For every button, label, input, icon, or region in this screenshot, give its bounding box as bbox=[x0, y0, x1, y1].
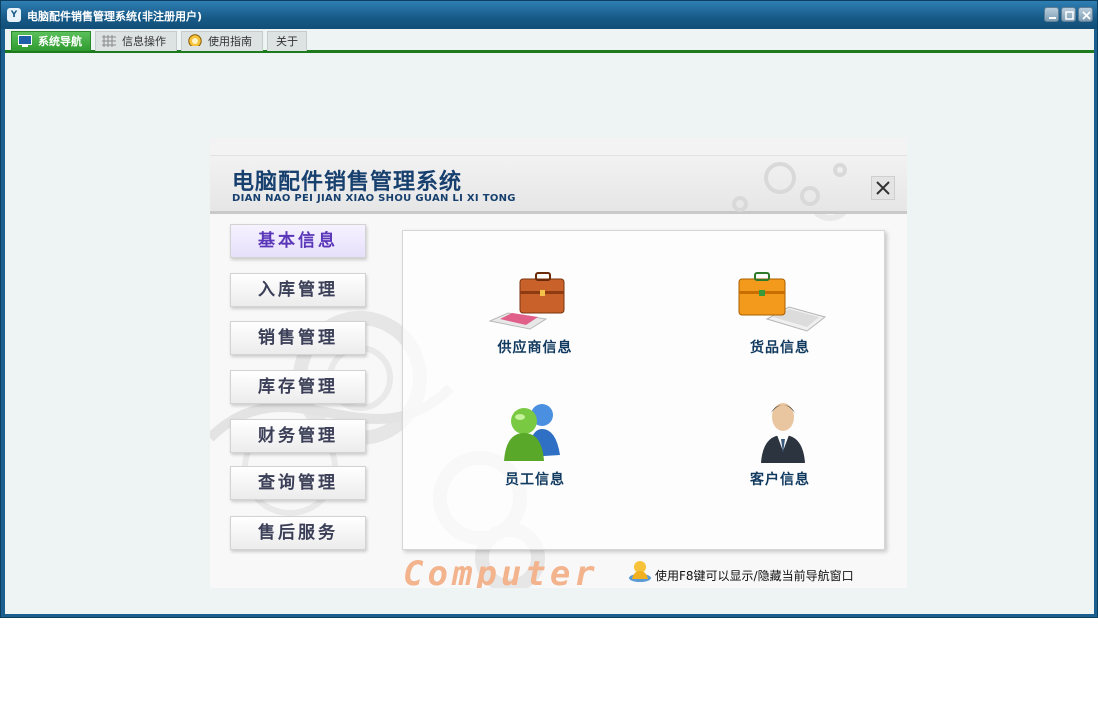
title-bar[interactable]: Y 电脑配件销售管理系统(非注册用户) bbox=[1, 1, 1097, 29]
tab-about[interactable]: 关于 bbox=[267, 31, 307, 51]
side-button-finance[interactable]: 财务管理 bbox=[230, 419, 366, 453]
side-button-inventory[interactable]: 库存管理 bbox=[230, 370, 366, 404]
panel-title: 电脑配件销售管理系统 bbox=[232, 170, 463, 195]
tab-user-guide[interactable]: 使用指南 bbox=[181, 31, 263, 51]
panel-subtitle: DIAN NAO PEI JIAN XIAO SHOU GUAN LI XI T… bbox=[232, 193, 516, 204]
briefcase-orange-icon bbox=[738, 272, 827, 332]
client-area: 系统导航 信息操作 使用指南 关于 电脑配件销售管理系统 DIAN NAO PE… bbox=[5, 29, 1094, 614]
panel-close-button[interactable] bbox=[871, 176, 895, 200]
side-button-basic-info[interactable]: 基本信息 bbox=[230, 224, 366, 258]
grid-icon bbox=[102, 35, 116, 47]
computer-brand-wordmark: Computer bbox=[403, 554, 599, 588]
tab-info-operation[interactable]: 信息操作 bbox=[95, 31, 177, 51]
tile-label: 客户信息 bbox=[750, 472, 810, 488]
panel-footer: Computer 使用F8键可以显示/隐藏当前导航窗口 bbox=[210, 550, 907, 588]
app-logo-icon: Y bbox=[7, 8, 21, 22]
businessman-icon bbox=[761, 403, 805, 463]
tile-goods-info[interactable]: 货品信息 bbox=[715, 269, 845, 379]
tab-label: 使用指南 bbox=[208, 35, 252, 48]
side-button-after-sales[interactable]: 售后服务 bbox=[230, 516, 366, 550]
tile-employee-info[interactable]: 员工信息 bbox=[470, 399, 600, 509]
navigation-panel: 电脑配件销售管理系统 DIAN NAO PEI JIAN XIAO SHOU G… bbox=[210, 138, 907, 588]
panel-header: 电脑配件销售管理系统 DIAN NAO PEI JIAN XIAO SHOU G… bbox=[210, 156, 907, 214]
tile-customer-info[interactable]: 客户信息 bbox=[715, 399, 845, 509]
tile-label: 供应商信息 bbox=[497, 340, 573, 356]
side-button-query[interactable]: 查询管理 bbox=[230, 466, 366, 500]
content-box: 供应商信息 货品信息 员工信息 客户信息 bbox=[402, 230, 885, 550]
main-window: Y 电脑配件销售管理系统(非注册用户) 系统导航 信息操作 使用指南 关于 电脑… bbox=[0, 0, 1098, 618]
users-icon bbox=[504, 404, 560, 461]
maximize-button[interactable] bbox=[1061, 7, 1076, 22]
tile-label: 员工信息 bbox=[505, 472, 565, 488]
side-button-sales[interactable]: 销售管理 bbox=[230, 321, 366, 355]
tile-supplier-info[interactable]: 供应商信息 bbox=[470, 269, 600, 379]
tab-bar: 系统导航 信息操作 使用指南 关于 bbox=[5, 29, 1094, 53]
panel-top-strip bbox=[210, 138, 907, 156]
tile-label: 货品信息 bbox=[750, 340, 810, 356]
help-icon bbox=[188, 34, 202, 46]
tab-label: 系统导航 bbox=[38, 35, 82, 48]
side-button-stock-in[interactable]: 入库管理 bbox=[230, 273, 366, 307]
tab-label: 信息操作 bbox=[122, 35, 166, 48]
window-title: 电脑配件销售管理系统(非注册用户) bbox=[27, 10, 203, 23]
tab-label: 关于 bbox=[276, 35, 298, 48]
close-button[interactable] bbox=[1078, 7, 1093, 22]
f8-hint-text: 使用F8键可以显示/隐藏当前导航窗口 bbox=[655, 569, 854, 583]
briefcase-brown-icon bbox=[488, 272, 565, 330]
minimize-button[interactable] bbox=[1044, 7, 1059, 22]
monitor-icon bbox=[18, 35, 32, 47]
tab-system-navigation[interactable]: 系统导航 bbox=[11, 31, 91, 51]
close-icon bbox=[876, 181, 890, 195]
user-hint-icon bbox=[629, 561, 651, 582]
